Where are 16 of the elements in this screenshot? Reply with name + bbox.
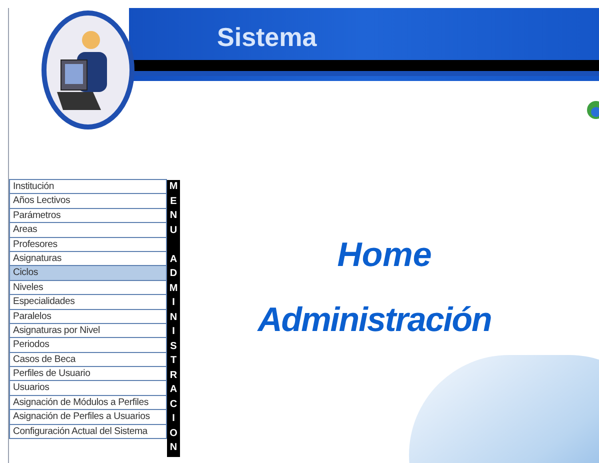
home-title: Home: [337, 235, 432, 276]
menu-item[interactable]: Ciclos: [9, 265, 167, 281]
menu-item[interactable]: Años Lectivos: [9, 193, 167, 209]
menu-item[interactable]: Institución: [9, 179, 167, 194]
admin-subtitle: Administración: [258, 300, 492, 341]
menu-item[interactable]: Periodos: [9, 337, 167, 353]
menu-item[interactable]: Especialidades: [9, 294, 167, 310]
menu-item[interactable]: Perfiles de Usuario: [9, 366, 167, 382]
menu-item[interactable]: Configuración Actual del Sistema: [9, 424, 167, 440]
header-title: Sistema: [217, 21, 317, 54]
menu-item[interactable]: Usuarios: [9, 380, 167, 396]
menu-item[interactable]: Profesores: [9, 236, 167, 252]
menu-item[interactable]: Areas: [9, 222, 167, 238]
menu-item[interactable]: Asignación de Perfiles a Usuarios: [9, 409, 167, 425]
menu-item[interactable]: Paralelos: [9, 308, 167, 324]
vertical-menu-label: MENU ADMINISTRACION: [167, 180, 180, 457]
